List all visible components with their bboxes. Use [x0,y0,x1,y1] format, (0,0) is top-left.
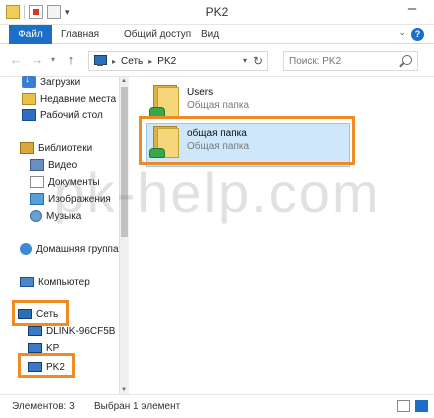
sidebar-item-homegroup[interactable]: Домашняя группа [20,241,119,257]
scrollbar-thumb[interactable] [121,87,128,237]
sidebar-item-label: Рабочий стол [40,109,103,121]
sidebar-item-label: Недавние места [40,93,117,105]
computer-icon [20,277,34,287]
sidebar-item-libraries[interactable]: Библиотеки [20,140,92,156]
documents-icon [30,176,44,188]
sidebar-item-recent[interactable]: Недавние места [22,91,116,107]
recent-locations-button[interactable]: ▾ [48,52,58,68]
sidebar-item-label: Компьютер [38,276,90,288]
sidebar-item-downloads[interactable]: Загрузки [22,74,80,90]
status-bar: Элементов: 3 Выбран 1 элемент [0,394,434,418]
recent-places-icon [22,93,36,105]
sidebar-item-label: Видео [48,159,78,171]
help-button[interactable]: ? [411,28,424,41]
back-button[interactable]: ← [8,52,24,68]
tiles-view-icon[interactable] [415,400,428,412]
sidebar-item-label: Библиотеки [38,142,93,154]
chevron-down-icon[interactable]: ⌄ [398,27,406,38]
video-icon [30,159,44,171]
highlight-pk2 [18,353,75,378]
search-icon[interactable] [402,55,412,65]
file-list: Users Общая папка общая папка Общая папк… [129,77,434,394]
sidebar-item-label: DLINK-96CF5B [46,325,116,337]
sidebar-item-images[interactable]: Изображения [30,191,111,207]
breadcrumb-network[interactable]: Сеть [121,56,143,67]
sidebar-scrollbar[interactable]: ▲ ▼ [119,77,129,394]
file-item[interactable]: Users Общая папка [149,83,249,119]
scroll-down-icon[interactable]: ▼ [121,387,127,393]
sidebar-item-label: KP [46,342,60,354]
details-view-icon[interactable] [397,400,410,412]
sidebar-item-label: Музыка [46,210,82,222]
address-bar[interactable]: ▸ Сеть ▸ PK2 ▾ ↻ [88,51,268,71]
tab-file[interactable]: Файл [9,25,52,44]
breadcrumb-separator[interactable]: ▸ [148,57,152,66]
navigation-pane: Загрузки Недавние места Рабочий стол Биб… [0,74,129,394]
search-input[interactable] [284,52,394,70]
sidebar-item-music[interactable]: Музыка [30,208,81,224]
file-label: Users Общая папка [187,83,249,111]
address-dropdown-icon[interactable]: ▾ [243,56,247,65]
breadcrumb-pk2[interactable]: PK2 [157,56,176,67]
up-button[interactable]: ↑ [63,52,79,68]
tab-view[interactable]: Вид [201,25,219,44]
refresh-icon[interactable]: ↻ [253,54,263,68]
sidebar-item-desktop[interactable]: Рабочий стол [22,107,103,123]
sidebar-item-label: Документы [48,176,100,188]
breadcrumb-separator[interactable]: ▸ [112,57,116,66]
pictures-icon [30,193,44,205]
download-icon [22,74,36,88]
scroll-up-icon[interactable]: ▲ [121,78,127,84]
computer-icon [28,326,42,336]
forward-button[interactable]: → [29,52,45,68]
tab-share[interactable]: Общий доступ [124,25,191,44]
shared-folder-icon [149,83,181,119]
homegroup-icon [20,243,32,255]
selection-count: Выбран 1 элемент [94,401,181,412]
desktop-icon [22,109,36,121]
sidebar-item-video[interactable]: Видео [30,157,77,173]
ribbon: Файл Главная Общий доступ Вид ⌄ ? [0,25,434,44]
file-type: Общая папка [187,100,250,111]
computer-icon [28,343,42,353]
network-icon [93,55,107,67]
highlight-shared-folder [139,116,355,165]
sidebar-item-label: Загрузки [40,76,81,88]
music-icon [30,210,42,222]
item-count: Элементов: 3 [12,401,75,412]
navigation-bar: ← → ▾ ↑ ▸ Сеть ▸ PK2 ▾ ↻ [0,44,434,77]
window-title: PK2 [205,5,229,19]
title-bar: ▾ PK2 – [0,0,434,25]
sidebar-item-label: Домашняя группа [36,243,119,255]
search-box[interactable] [283,51,418,71]
file-name: Users [187,87,214,98]
sidebar-item-dlink[interactable]: DLINK-96CF5B [28,323,115,339]
sidebar-item-label: Изображения [48,193,111,205]
sidebar-item-documents[interactable]: Документы [30,174,100,190]
tab-home[interactable]: Главная [61,25,99,44]
sidebar-item-computer[interactable]: Компьютер [20,274,90,290]
minimize-button[interactable]: – [402,1,422,20]
library-icon [20,142,34,154]
